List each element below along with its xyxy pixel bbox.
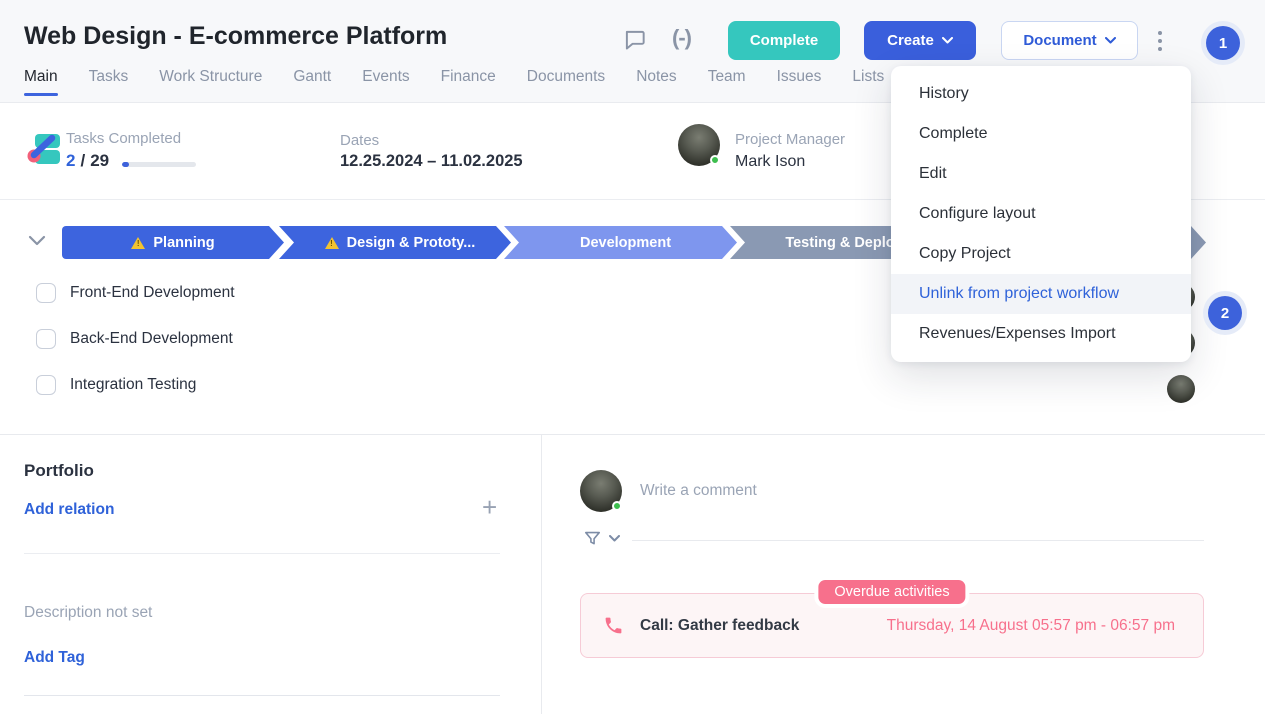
workflow-stage-design-prototyping[interactable]: Design & Prototy... — [279, 226, 511, 259]
tab-notes[interactable]: Notes — [636, 68, 677, 96]
task-row: Integration Testing — [36, 375, 196, 395]
workflow-stage-planning[interactable]: Planning — [62, 226, 284, 259]
more-options-icon[interactable] — [1156, 29, 1164, 53]
chevron-down-icon — [1105, 37, 1116, 44]
task-checkbox[interactable] — [36, 375, 56, 395]
divider — [632, 540, 1204, 541]
online-status-dot — [710, 155, 720, 165]
filter-icon — [583, 529, 602, 548]
menu-item-history[interactable]: History — [891, 74, 1191, 114]
project-manager-name: Mark Ison — [735, 153, 805, 171]
overdue-activity-title[interactable]: Call: Gather feedback — [640, 617, 799, 635]
task-assignee-avatar — [1167, 375, 1195, 403]
add-tag-link[interactable]: Add Tag — [24, 649, 85, 667]
tab-events[interactable]: Events — [362, 68, 409, 96]
activity-filter-button[interactable] — [583, 529, 620, 548]
overdue-activities-badge: Overdue activities — [818, 580, 965, 604]
comments-icon[interactable] — [622, 27, 648, 58]
divider — [24, 695, 500, 696]
dates-value: 12.25.2024 – 11.02.2025 — [340, 152, 523, 171]
tasks-completed-icon — [26, 130, 64, 173]
description-placeholder: Description not set — [24, 604, 152, 622]
tutorial-step-1-badge: 1 — [1206, 26, 1240, 60]
document-button[interactable]: Document — [1001, 21, 1138, 60]
warning-icon — [131, 237, 145, 249]
menu-item-copy-project[interactable]: Copy Project — [891, 234, 1191, 274]
menu-item-edit[interactable]: Edit — [891, 154, 1191, 194]
document-button-label: Document — [1023, 32, 1096, 49]
link-icon[interactable]: (-) — [672, 25, 691, 51]
overdue-activity-card: Overdue activities Call: Gather feedback… — [580, 593, 1204, 658]
tab-finance[interactable]: Finance — [441, 68, 496, 96]
project-manager-avatar — [678, 124, 720, 166]
overdue-activity-time: Thursday, 14 August 05:57 pm - 06:57 pm — [887, 617, 1175, 635]
create-button-label: Create — [887, 32, 934, 49]
task-row: Front-End Development — [36, 283, 235, 303]
tab-bar: Main Tasks Work Structure Gantt Events F… — [24, 68, 884, 96]
add-relation-plus-icon[interactable]: + — [482, 494, 497, 520]
tab-work-structure[interactable]: Work Structure — [159, 68, 262, 96]
current-user-avatar — [580, 470, 622, 512]
tasks-completed-value: 2 / 29 — [66, 151, 109, 171]
page-title: Web Design - E-commerce Platform — [24, 22, 447, 51]
menu-item-configure-layout[interactable]: Configure layout — [891, 194, 1191, 234]
task-checkbox[interactable] — [36, 283, 56, 303]
complete-button[interactable]: Complete — [728, 21, 840, 60]
task-label[interactable]: Front-End Development — [70, 284, 235, 302]
workflow-stage-development[interactable]: Development — [504, 226, 737, 259]
stage-label: Planning — [153, 235, 214, 251]
more-options-menu: History Complete Edit Configure layout C… — [891, 66, 1191, 362]
complete-button-label: Complete — [750, 32, 818, 49]
workflow-collapse-chevron-icon[interactable] — [26, 231, 48, 253]
tab-issues[interactable]: Issues — [777, 68, 822, 96]
chevron-down-icon — [942, 37, 953, 44]
add-relation-link[interactable]: Add relation — [24, 501, 114, 519]
tab-team[interactable]: Team — [708, 68, 746, 96]
task-label[interactable]: Integration Testing — [70, 376, 196, 394]
chevron-down-icon — [609, 535, 620, 542]
portfolio-section-title: Portfolio — [24, 461, 94, 481]
task-label[interactable]: Back-End Development — [70, 330, 233, 348]
menu-item-revenues-expenses-import[interactable]: Revenues/Expenses Import — [891, 314, 1191, 354]
project-manager-label: Project Manager — [735, 131, 845, 148]
online-status-dot — [612, 501, 622, 511]
stage-label: Development — [580, 235, 671, 251]
tasks-progress-fill — [122, 162, 129, 167]
stage-label: Design & Prototy... — [347, 235, 476, 251]
dates-label: Dates — [340, 132, 379, 149]
menu-item-complete[interactable]: Complete — [891, 114, 1191, 154]
tutorial-step-2-badge: 2 — [1208, 296, 1242, 330]
comment-input[interactable]: Write a comment — [640, 482, 1180, 500]
tasks-count-separator: / — [80, 151, 85, 171]
tab-gantt[interactable]: Gantt — [293, 68, 331, 96]
tasks-progress-bar — [122, 162, 196, 167]
warning-icon — [325, 237, 339, 249]
divider — [0, 434, 1265, 435]
tasks-total-count: 29 — [90, 151, 109, 171]
tab-main[interactable]: Main — [24, 68, 58, 96]
task-checkbox[interactable] — [36, 329, 56, 349]
tab-tasks[interactable]: Tasks — [89, 68, 129, 96]
divider — [24, 553, 500, 554]
tasks-done-count: 2 — [66, 151, 75, 171]
phone-icon — [603, 615, 624, 636]
create-button[interactable]: Create — [864, 21, 976, 60]
menu-item-unlink-from-project-workflow[interactable]: Unlink from project workflow — [891, 274, 1191, 314]
task-row: Back-End Development — [36, 329, 233, 349]
divider — [541, 434, 542, 714]
tasks-completed-label: Tasks Completed — [66, 130, 181, 147]
tab-documents[interactable]: Documents — [527, 68, 605, 96]
tab-lists[interactable]: Lists — [852, 68, 884, 96]
